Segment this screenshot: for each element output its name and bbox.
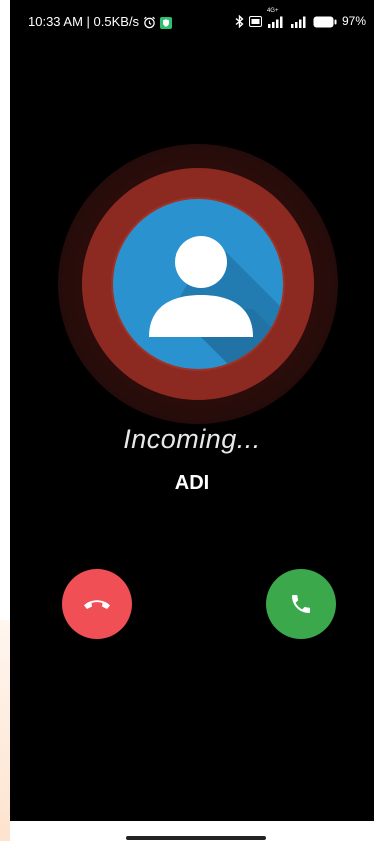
status-left: 10:33 AM | 0.5KB/s — [28, 14, 173, 30]
call-status-text: Incoming... — [123, 424, 261, 454]
network-type: 4G+ — [266, 8, 279, 15]
caller-name: ADI — [174, 472, 210, 494]
signal-icon: 4G+ — [267, 8, 285, 28]
battery-icon — [313, 14, 337, 28]
background-edge — [0, 620, 10, 841]
avatar — [113, 199, 283, 369]
incoming-call-screen: 10:33 AM | 0.5KB/s 4G+ 97% Incoming... A… — [10, 0, 374, 821]
caller-avatar-rings — [58, 144, 338, 424]
signal-icon — [290, 14, 308, 28]
battery-percent: 97% — [341, 14, 366, 29]
accept-call-button[interactable] — [266, 569, 336, 639]
shield-icon — [160, 14, 173, 29]
phone-icon — [292, 595, 310, 613]
decline-call-button[interactable] — [62, 569, 132, 639]
volte-icon — [248, 14, 262, 28]
bluetooth-icon — [235, 14, 244, 29]
status-time-speed: 10:33 AM | 0.5KB/s — [28, 14, 140, 30]
status-bar: 10:33 AM | 0.5KB/s 4G+ 97% — [10, 0, 374, 44]
alarm-icon — [143, 14, 156, 29]
home-indicator[interactable] — [126, 836, 266, 840]
status-right: 4G+ 97% — [235, 8, 366, 29]
person-icon — [149, 236, 283, 369]
phone-hangup-icon — [84, 600, 110, 609]
